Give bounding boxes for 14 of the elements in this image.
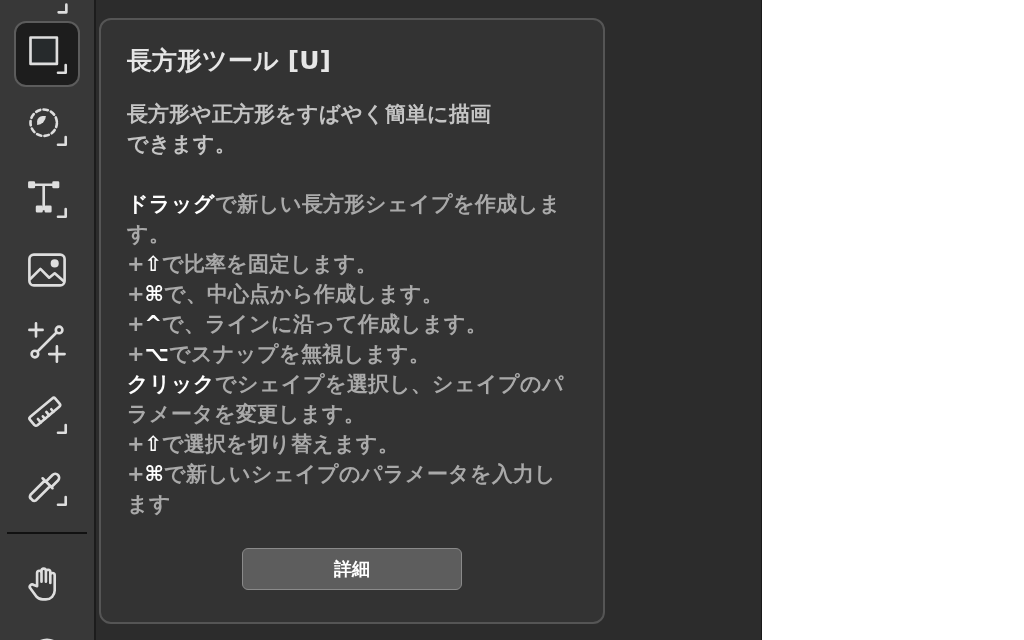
instruction-text: ドラッグで新しい長方形シェイプを作成します。: [127, 191, 562, 248]
tooltip-description: 長方形や正方形をすばやく簡単に描画できます。: [127, 101, 492, 158]
tooltip-title: 長方形ツール [U]: [127, 45, 332, 77]
instruction-text: +⌥でスナップを無視します。: [127, 341, 431, 368]
instruction-text: +⇧で選択を切り替えます。: [127, 431, 401, 458]
instruction-text: +⌘で新しいシェイプのパラメータを入力します: [127, 461, 558, 518]
instruction-text: クリックでシェイプを選択し、シェイプのパラメータを変更します。: [127, 371, 565, 428]
tool-button[interactable]: [14, 21, 80, 87]
corner-mark-icon: [57, 3, 68, 14]
line-tool-icon: [25, 320, 69, 364]
details-button[interactable]: 詳細: [242, 548, 462, 590]
instruction-text: +^で、ラインに沿って作成します。: [127, 311, 489, 338]
instruction-text: +⇧で比率を固定します。: [127, 251, 379, 278]
instruction-text: +⌘で、中心点から作成します。: [127, 281, 445, 308]
